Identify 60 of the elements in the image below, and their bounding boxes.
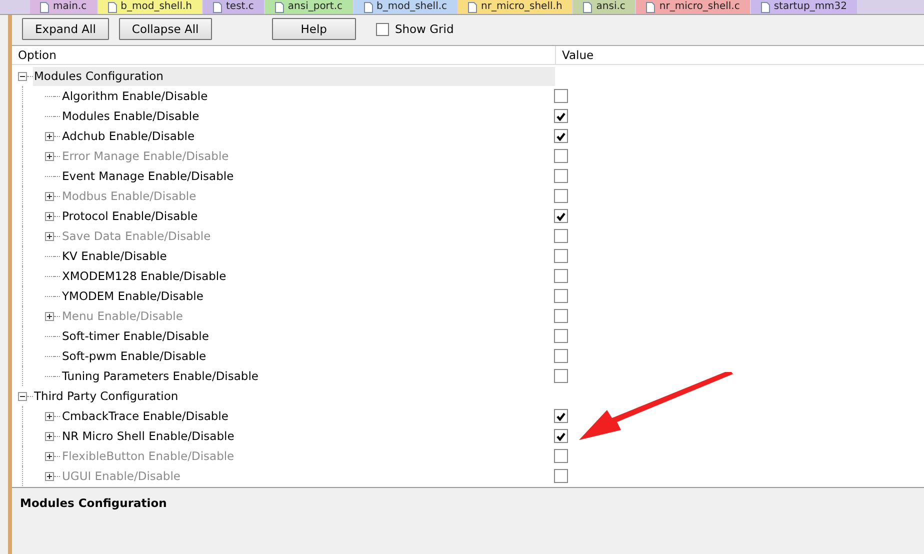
tree-item-label[interactable]: NR Micro Shell Enable/Disable bbox=[60, 429, 234, 443]
file-tab[interactable]: startup_mm32 bbox=[750, 0, 858, 14]
expand-icon[interactable] bbox=[45, 412, 54, 420]
file-tab[interactable]: ansi_port.c bbox=[264, 0, 353, 14]
tree-item-label[interactable]: Modules Enable/Disable bbox=[60, 109, 200, 123]
expand-icon[interactable] bbox=[45, 212, 54, 220]
checkbox[interactable] bbox=[554, 129, 568, 143]
checkbox[interactable] bbox=[554, 329, 568, 343]
checkbox[interactable] bbox=[554, 369, 568, 383]
toolbar-button[interactable]: Collapse All bbox=[118, 18, 212, 40]
checkbox[interactable] bbox=[554, 269, 568, 283]
collapse-icon[interactable] bbox=[18, 392, 27, 400]
checkbox-label: Show Grid bbox=[394, 22, 454, 36]
checkbox[interactable] bbox=[376, 22, 389, 36]
tree-item-label[interactable]: Algorithm Enable/Disable bbox=[60, 89, 208, 103]
file-icon bbox=[646, 2, 656, 12]
collapse-icon[interactable] bbox=[18, 72, 27, 80]
checkbox[interactable] bbox=[554, 249, 568, 263]
tree-item-label[interactable]: Adchub Enable/Disable bbox=[60, 129, 195, 143]
tree-item-label[interactable]: YMODEM Enable/Disable bbox=[60, 289, 204, 303]
tree-item-label[interactable]: Protocol Enable/Disable bbox=[60, 209, 198, 223]
toolbar-button[interactable]: Help bbox=[272, 18, 356, 40]
file-icon bbox=[583, 2, 592, 12]
file-tab[interactable]: b_mod_shell.c bbox=[354, 0, 458, 14]
file-icon bbox=[213, 2, 222, 12]
tree-item-label[interactable]: XMODEM128 Enable/Disable bbox=[60, 269, 226, 283]
checkbox[interactable] bbox=[554, 429, 568, 443]
file-icon bbox=[274, 2, 284, 12]
toolbar-button[interactable]: Expand All bbox=[22, 18, 109, 40]
tree-item-label[interactable]: CmbackTrace Enable/Disable bbox=[60, 409, 228, 423]
file-tab[interactable]: b_mod_shell.h bbox=[98, 0, 202, 14]
column-header[interactable]: Value bbox=[556, 46, 924, 64]
file-icon bbox=[40, 2, 49, 12]
expand-icon[interactable] bbox=[45, 432, 54, 440]
checkbox[interactable] bbox=[554, 209, 568, 223]
tree-item-label[interactable]: Soft-timer Enable/Disable bbox=[60, 329, 209, 343]
checkbox[interactable] bbox=[554, 289, 568, 303]
tree-item-label[interactable]: KV Enable/Disable bbox=[60, 249, 167, 263]
description-title: Modules Configuration bbox=[20, 496, 168, 510]
file-icon bbox=[364, 2, 373, 12]
checkbox[interactable] bbox=[554, 349, 568, 363]
file-icon bbox=[468, 2, 478, 12]
file-icon bbox=[108, 2, 117, 12]
tree-item-label[interactable]: Soft-pwm Enable/Disable bbox=[60, 349, 206, 363]
file-tab[interactable]: test.c bbox=[203, 0, 264, 14]
file-tab[interactable]: main.c bbox=[30, 0, 97, 14]
tree-group-label[interactable]: Third Party Configuration bbox=[33, 386, 555, 406]
tree-item-label[interactable]: Tuning Parameters Enable/Disable bbox=[60, 369, 258, 383]
checkbox[interactable] bbox=[554, 169, 568, 183]
file-tab[interactable]: ansi.c bbox=[573, 0, 636, 14]
expand-icon[interactable] bbox=[45, 132, 54, 140]
tree-item-label[interactable]: Event Manage Enable/Disable bbox=[60, 169, 234, 183]
checkbox[interactable] bbox=[554, 409, 568, 423]
checkbox[interactable] bbox=[554, 109, 568, 123]
file-tab[interactable]: nr_micro_shell.h bbox=[458, 0, 572, 14]
file-icon bbox=[760, 2, 770, 12]
tree-group-label[interactable]: Modules Configuration bbox=[33, 66, 555, 86]
checkbox[interactable] bbox=[554, 89, 568, 103]
column-header[interactable]: Option bbox=[12, 46, 556, 64]
file-tab[interactable]: nr_micro_shell.c bbox=[636, 0, 750, 14]
